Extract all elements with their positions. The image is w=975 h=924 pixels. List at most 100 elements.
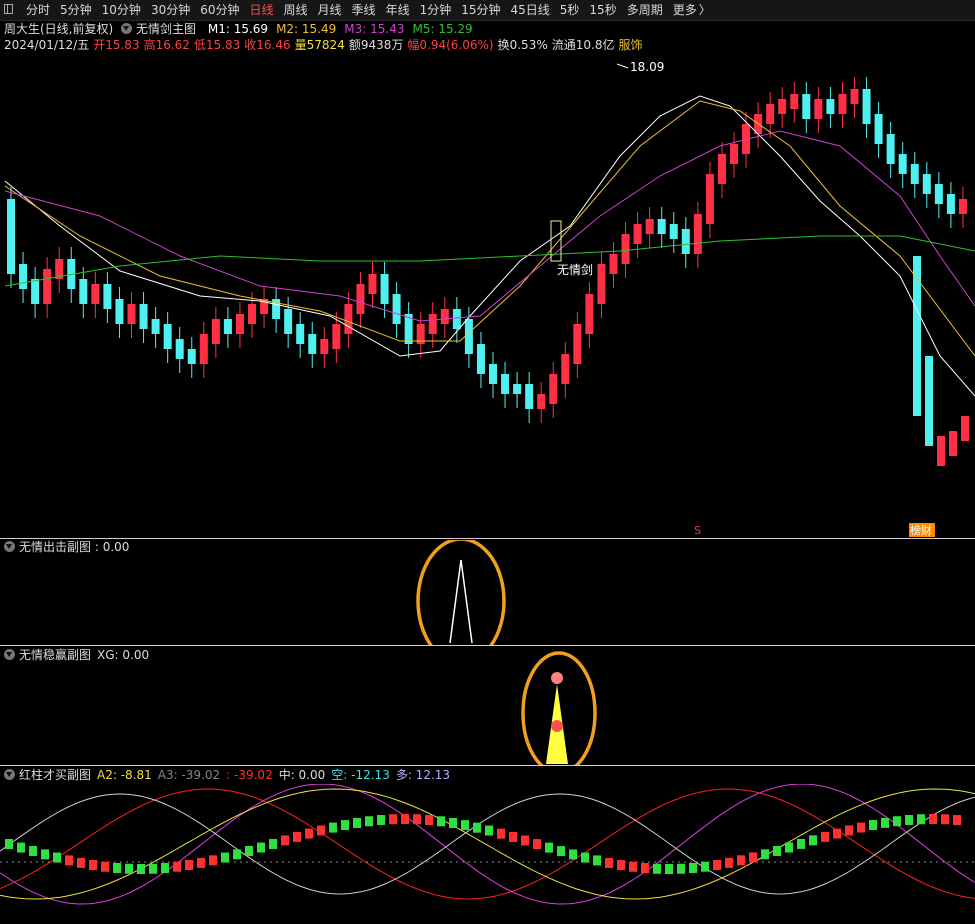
osc-bar <box>761 849 769 860</box>
tab-9[interactable]: 年线 <box>386 1 410 19</box>
sell-marker: S <box>694 524 701 537</box>
osc-bar <box>389 814 397 825</box>
candle-body <box>115 299 124 324</box>
candle-body <box>766 104 775 124</box>
osc-bar <box>953 815 961 826</box>
candle-body <box>790 94 799 109</box>
tab-6[interactable]: 周线 <box>284 1 308 19</box>
candle-body <box>669 224 678 239</box>
tab-8[interactable]: 季线 <box>352 1 376 19</box>
osc-bar <box>329 822 337 833</box>
osc-bar <box>821 831 829 842</box>
candle-body <box>537 394 546 409</box>
collapse-icon[interactable] <box>4 769 15 780</box>
osc-bar <box>233 849 241 860</box>
osc-bar <box>665 863 673 874</box>
sub3-header: 红柱才买副图 A2: -8.81 A3: -39.02: -39.02 中: 0.00… <box>4 767 456 783</box>
tab-0[interactable]: 分时 <box>26 1 50 19</box>
tab-15[interactable]: 多周期 <box>627 1 663 19</box>
window-icon[interactable] <box>4 4 13 14</box>
osc-bar <box>305 828 313 839</box>
osc-bar <box>341 820 349 831</box>
osc-bar <box>137 864 145 874</box>
ma3-line <box>4 130 975 322</box>
candle-body <box>223 319 232 334</box>
candle-body <box>19 264 28 289</box>
chevron-right-icon: 〉 <box>698 3 711 17</box>
tab-7[interactable]: 月线 <box>318 1 342 19</box>
candle-body <box>705 174 714 224</box>
osc-bar <box>65 855 73 866</box>
sub3-value-1: A3: -39.02 <box>157 768 221 782</box>
osc-bar <box>917 814 925 825</box>
candle-body <box>464 319 473 354</box>
osc-bar <box>557 846 565 857</box>
osc-bar <box>653 863 661 874</box>
candle-body <box>199 334 208 364</box>
tab-10[interactable]: 1分钟 <box>420 1 452 19</box>
period-toolbar: 分时 5分钟 10分钟 30分钟 60分钟 日线 周线 月线 季线 年线 1分钟 15分钟 45日线 5秒… <box>0 0 975 21</box>
ma-label-2: M2: 15.49 <box>276 22 337 36</box>
main-candlestick-chart[interactable]: 无情剑 18.09 S 榜财 <box>0 56 975 538</box>
tab-14[interactable]: 15秒 <box>589 1 616 19</box>
panel-divider <box>0 765 975 766</box>
tab-2[interactable]: 10分钟 <box>102 1 141 19</box>
osc-bar <box>461 820 469 831</box>
tab-11[interactable]: 15分钟 <box>461 1 500 19</box>
indicator-name[interactable]: 无情剑主图 <box>136 22 196 36</box>
candle-body <box>561 354 570 384</box>
candle-body <box>850 89 859 104</box>
highlight-circle <box>416 540 506 646</box>
osc-bar <box>641 863 649 874</box>
candle-body <box>320 339 329 354</box>
osc-bar <box>569 849 577 860</box>
osc-bar <box>413 814 421 825</box>
sub3-value-2: : -39.02 <box>226 768 273 782</box>
period-tabs: 分时 5分钟 10分钟 30分钟 60分钟 日线 周线 月线 季线 年线 1分钟 15分钟 45日线 5秒… <box>26 1 721 19</box>
ma-label-1: M1: 15.69 <box>207 22 269 36</box>
tab-13[interactable]: 5秒 <box>560 1 580 19</box>
osc-bar <box>173 861 181 872</box>
signal-dot-top <box>551 672 563 684</box>
sub1-chart[interactable] <box>0 540 975 646</box>
candle-body <box>910 164 919 184</box>
candle-body <box>886 134 895 164</box>
tab-5[interactable]: 日线 <box>250 1 274 19</box>
osc-bar <box>785 842 793 853</box>
main-chart-header: 周大生(日线,前复权) 无情剑主图 M1: 15.69 M2: 15.49 M3: … <box>4 21 485 37</box>
tab-3[interactable]: 30分钟 <box>151 1 190 19</box>
candle-body <box>925 356 933 446</box>
signal-dot <box>551 720 563 732</box>
candle-body <box>7 199 15 274</box>
candle-body <box>284 309 293 334</box>
candle-body <box>211 319 220 344</box>
candle-body <box>657 219 666 234</box>
tab-1[interactable]: 5分钟 <box>60 1 92 19</box>
osc-bar <box>293 831 301 842</box>
ma-label-3: M3: 15.43 <box>344 22 405 36</box>
sub3-title[interactable]: 红柱才买副图 <box>19 768 91 782</box>
candle-body <box>308 334 317 354</box>
candle-body <box>452 309 461 329</box>
signal-spike <box>449 559 473 644</box>
sub3-value-0: A2: -8.81 <box>97 768 152 782</box>
candle-body <box>693 214 702 254</box>
candle-body <box>368 274 377 294</box>
osc-bar <box>5 839 13 849</box>
sub2-chart[interactable] <box>0 646 975 766</box>
candle-body <box>163 324 172 349</box>
tab-4[interactable]: 60分钟 <box>200 1 239 19</box>
candle-body <box>187 349 196 364</box>
osc-bar <box>545 842 553 853</box>
candle-body <box>356 284 365 314</box>
sub3-chart[interactable] <box>0 784 975 924</box>
collapse-icon[interactable] <box>121 23 133 34</box>
candle-body <box>248 304 256 324</box>
osc-bar <box>125 863 133 874</box>
tab-12[interactable]: 45日线 <box>511 1 550 19</box>
candle-body <box>91 284 100 304</box>
candle-body <box>151 319 160 334</box>
tab-16[interactable]: 更多〉 <box>673 1 711 19</box>
ohlc-info-line: 2024/01/12/五 开15.83 高16.62 低15.83 收16.46 量578… <box>4 37 646 53</box>
info-item-6: 额9438万 <box>348 38 404 52</box>
